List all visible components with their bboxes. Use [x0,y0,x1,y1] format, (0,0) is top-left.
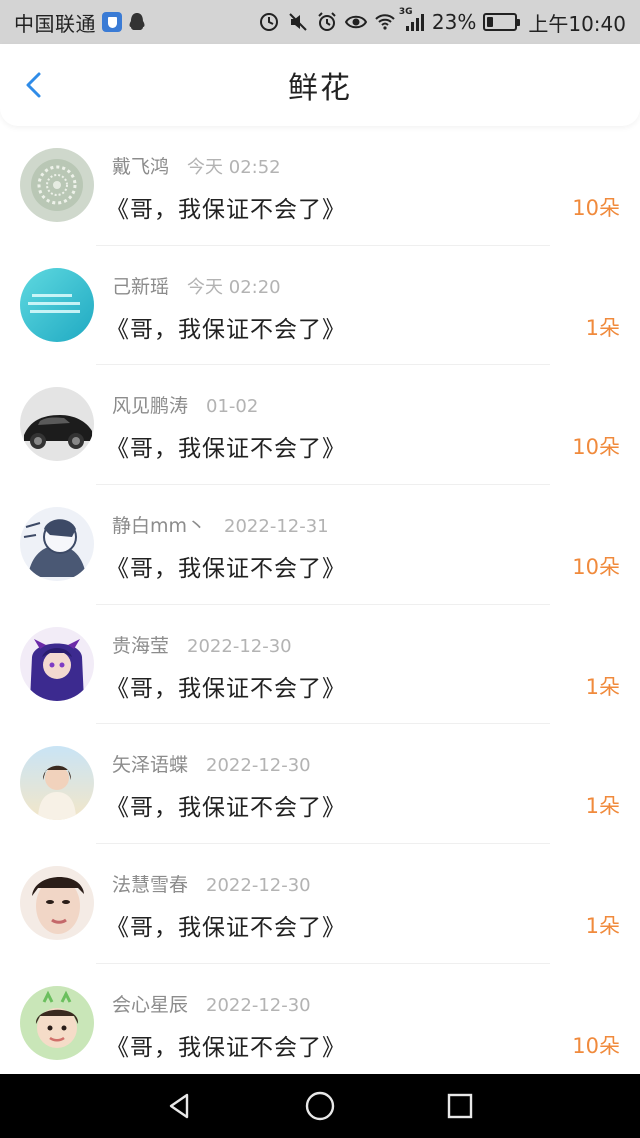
sender-name[interactable]: 风见鹏涛 [112,391,188,418]
qq-penguin-icon [128,12,146,32]
gift-time: 01-02 [206,396,259,418]
gift-time: 2022-12-30 [206,994,311,1016]
teal-text-avatar[interactable] [20,267,94,342]
child-photo-avatar[interactable] [20,985,94,1060]
flower-count: 10朵 [572,435,620,460]
gift-meta: 静白mm丶 2022-12-31 [112,511,329,538]
sender-name[interactable]: 己新瑶 [112,272,169,299]
gift-title: 《哥，我保证不会了》 [106,915,346,942]
gift-time: 2022-12-30 [206,755,311,777]
gift-time: 2022-12-30 [206,875,311,897]
gift-time: 今天 02:52 [187,157,281,178]
signal-3g-icon: 3G [399,7,425,33]
gift-row[interactable]: 己新瑶 今天 02:20 《哥，我保证不会了》 1朵 [0,246,640,366]
nav-recents-button[interactable] [440,1086,480,1126]
flower-count: 1朵 [585,794,620,819]
gift-time: 2022-12-30 [187,635,292,657]
page-title: 鲜花 [288,71,352,106]
gift-title: 《哥，我保证不会了》 [106,197,346,223]
sender-name[interactable]: 会心星辰 [112,990,188,1017]
gift-title: 《哥，我保证不会了》 [106,436,346,463]
mute-icon [287,11,309,33]
alarm-icon [316,11,338,33]
gift-meta: 矢泽语蝶 2022-12-30 [112,750,311,777]
gift-title: 《哥，我保证不会了》 [106,1034,346,1061]
status-bar: 中国联通 3G 23% 上午10:40 [0,0,640,44]
gift-meta: 己新瑶 今天 02:20 [112,272,281,299]
sender-name[interactable]: 贵海莹 [112,631,169,658]
flower-gift-list: 戴飞鸿 今天 02:52 《哥，我保证不会了》 10朵 己新瑶 今天 02:20 《哥，我保… [0,126,640,1074]
circle-home-icon [305,1091,335,1121]
network-type-label: 3G [398,7,413,17]
wifi-icon [374,11,396,33]
sender-name[interactable]: 静白mm丶 [112,511,206,538]
gift-meta: 风见鹏涛 01-02 [112,391,258,418]
data-saver-icon [258,11,280,33]
back-arrow-icon [26,72,41,98]
gift-meta: 法慧雪春 2022-12-30 [112,870,311,897]
carrier-label: 中国联通 [14,11,96,36]
face-photo-avatar[interactable] [20,866,94,941]
nav-home-button[interactable] [300,1086,340,1126]
gift-row[interactable]: 矢泽语蝶 2022-12-30 《哥，我保证不会了》 1朵 [0,724,640,845]
app-header: 鲜花 [0,44,640,126]
gift-meta: 贵海莹 2022-12-30 [112,631,292,658]
gift-row[interactable]: 静白mm丶 2022-12-31 《哥，我保证不会了》 10朵 [0,485,640,605]
flower-count: 10朵 [572,555,620,580]
gift-row[interactable]: 法慧雪春 2022-12-30 《哥，我保证不会了》 1朵 [0,844,640,964]
triangle-back-icon [169,1093,189,1119]
gift-row[interactable]: 会心星辰 2022-12-30 《哥，我保证不会了》 10朵 [0,964,640,1074]
sender-name[interactable]: 矢泽语蝶 [112,750,188,777]
sketch-avatar[interactable] [20,507,94,582]
gift-row[interactable]: 戴飞鸿 今天 02:52 《哥，我保证不会了》 10朵 [0,126,640,246]
gift-time: 2022-12-31 [224,516,329,538]
gift-title: 《哥，我保证不会了》 [106,556,346,583]
lace-avatar[interactable] [20,148,94,222]
nav-back-button[interactable] [160,1086,200,1126]
shield-icon [102,12,122,32]
flower-count: 1朵 [585,674,620,699]
sender-name[interactable]: 法慧雪春 [112,870,188,897]
gift-title: 《哥，我保证不会了》 [106,316,346,343]
battery-icon [483,13,521,31]
flower-count: 1朵 [585,914,620,939]
gift-title: 《哥，我保证不会了》 [106,795,346,822]
gift-time: 今天 02:20 [187,276,281,298]
girl-photo-avatar[interactable] [20,746,94,821]
gift-meta: 戴飞鸿 今天 02:52 [112,152,281,179]
anime-avatar[interactable] [20,626,94,701]
gift-title: 《哥，我保证不会了》 [106,675,346,702]
system-nav-bar [0,1074,640,1138]
battery-level-fill [487,17,494,27]
square-recents-icon [447,1093,473,1119]
clock: 上午10:40 [528,11,626,36]
gift-row[interactable]: 贵海莹 2022-12-30 《哥，我保证不会了》 1朵 [0,605,640,725]
gift-row[interactable]: 风见鹏涛 01-02 《哥，我保证不会了》 10朵 [0,365,640,486]
flower-count: 1朵 [585,315,620,340]
flower-count: 10朵 [572,196,620,220]
flower-count: 10朵 [572,1033,620,1058]
back-button[interactable] [20,70,50,100]
battery-percent: 23% [431,10,477,34]
sender-name[interactable]: 戴飞鸿 [112,152,169,179]
car-avatar[interactable] [20,387,94,462]
gift-meta: 会心星辰 2022-12-30 [112,990,311,1017]
eye-comfort-icon [344,11,367,33]
